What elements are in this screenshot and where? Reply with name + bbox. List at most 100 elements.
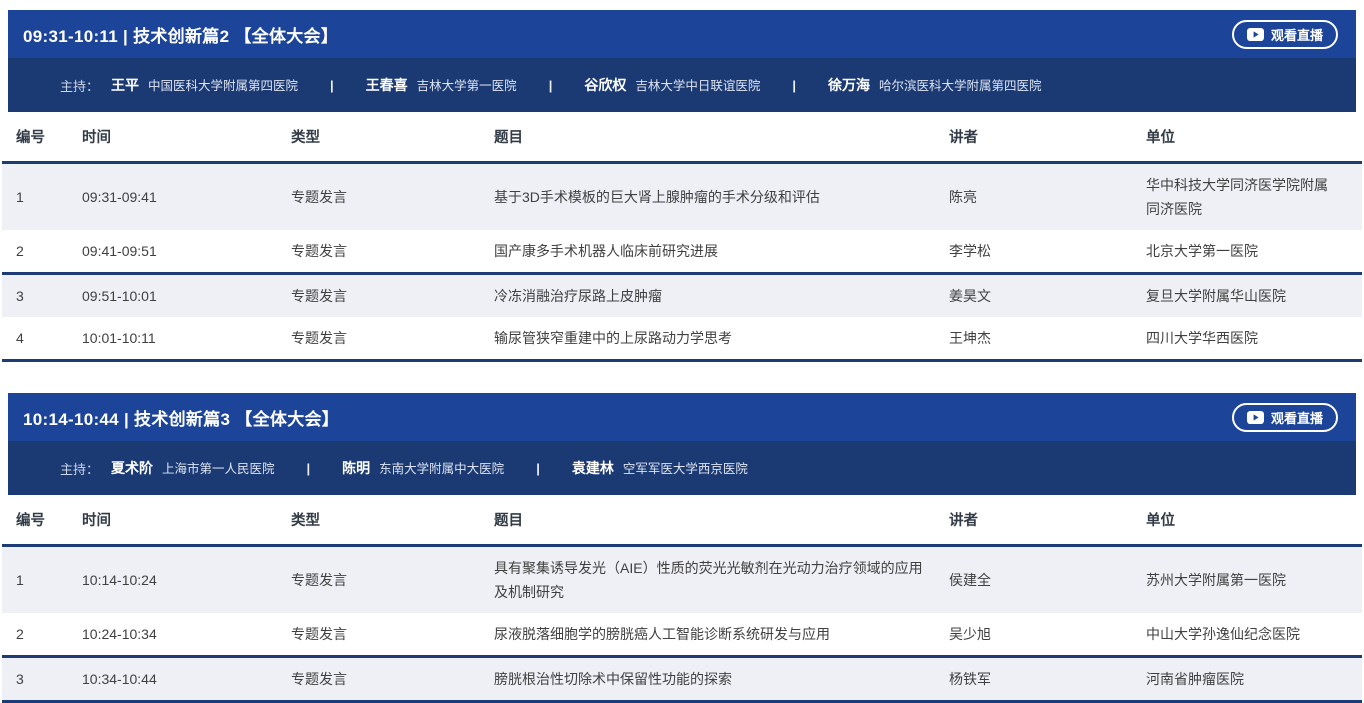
col-header-topic: 题目 bbox=[494, 112, 949, 163]
host-separator-bar: | bbox=[549, 78, 553, 93]
table-row: 2 10:24-10:34 专题发言 尿液脱落细胞学的膀胱癌人工智能诊断系统研发… bbox=[2, 613, 1362, 657]
cell-number: 3 bbox=[2, 274, 82, 318]
table-row: 2 09:41-09:51 专题发言 国产康多手术机器人临床前研究进展 李学松 … bbox=[2, 230, 1362, 274]
cell-type: 专题发言 bbox=[291, 163, 494, 231]
table-header-row: 编号 时间 类型 题目 讲者 单位 bbox=[2, 495, 1362, 546]
hosts-bar: 主持： 夏术阶上海市第一人民医院 | 陈明东南大学附属中大医院 | 袁建林空军军… bbox=[8, 441, 1356, 495]
cell-type: 专题发言 bbox=[291, 274, 494, 318]
watch-live-label: 观看直播 bbox=[1271, 408, 1323, 427]
cell-topic: 基于3D手术模板的巨大肾上腺肿瘤的手术分级和评估 bbox=[494, 163, 949, 231]
col-header-type: 类型 bbox=[291, 495, 494, 546]
col-header-type: 类型 bbox=[291, 112, 494, 163]
cell-speaker: 吴少旭 bbox=[949, 613, 1146, 657]
host-item: 袁建林空军军医大学西京医院 bbox=[572, 458, 748, 478]
col-header-unit: 单位 bbox=[1146, 495, 1362, 546]
cell-number: 4 bbox=[2, 317, 82, 361]
cell-speaker: 姜昊文 bbox=[949, 274, 1146, 318]
watch-live-button[interactable]: 观看直播 bbox=[1232, 20, 1338, 49]
session-header-bar: 09:31-10:11 | 技术创新篇2 【全体大会】 观看直播 bbox=[8, 10, 1356, 58]
table-header: 编号 时间 类型 题目 讲者 单位 bbox=[2, 112, 1362, 163]
video-play-icon bbox=[1247, 28, 1264, 41]
cell-number: 1 bbox=[2, 546, 82, 614]
cell-type: 专题发言 bbox=[291, 546, 494, 614]
host-separator-bar: | bbox=[307, 461, 311, 476]
host-affiliation: 吉林大学第一医院 bbox=[417, 79, 517, 93]
host-name: 徐万海 bbox=[828, 77, 870, 93]
cell-number: 3 bbox=[2, 657, 82, 702]
cell-topic: 尿液脱落细胞学的膀胱癌人工智能诊断系统研发与应用 bbox=[494, 613, 949, 657]
host-item: 夏术阶上海市第一人民医院 bbox=[111, 458, 275, 478]
cell-type: 专题发言 bbox=[291, 317, 494, 361]
cell-speaker: 李学松 bbox=[949, 230, 1146, 274]
cell-time: 09:31-09:41 bbox=[82, 163, 291, 231]
table-body: 1 10:14-10:24 专题发言 具有聚集诱导发光（AIE）性质的荧光光敏剂… bbox=[2, 546, 1362, 702]
video-play-icon bbox=[1247, 411, 1264, 424]
col-header-time: 时间 bbox=[82, 112, 291, 163]
col-header-time: 时间 bbox=[82, 495, 291, 546]
host-affiliation: 吉林大学中日联谊医院 bbox=[635, 79, 760, 93]
table-row: 1 09:31-09:41 专题发言 基于3D手术模板的巨大肾上腺肿瘤的手术分级… bbox=[2, 163, 1362, 231]
host-separator-bar: | bbox=[792, 78, 796, 93]
cell-unit: 中山大学孙逸仙纪念医院 bbox=[1146, 613, 1362, 657]
cell-number: 2 bbox=[2, 613, 82, 657]
host-name: 王平 bbox=[111, 77, 139, 93]
cell-unit: 复旦大学附属华山医院 bbox=[1146, 274, 1362, 318]
session-card: 10:14-10:44 | 技术创新篇3 【全体大会】 观看直播 主持： 夏术阶… bbox=[2, 393, 1362, 703]
cell-unit: 苏州大学附属第一医院 bbox=[1146, 546, 1362, 614]
table-header: 编号 时间 类型 题目 讲者 单位 bbox=[2, 495, 1362, 546]
host-name: 夏术阶 bbox=[111, 460, 153, 476]
watch-live-button[interactable]: 观看直播 bbox=[1232, 403, 1338, 432]
cell-time: 10:01-10:11 bbox=[82, 317, 291, 361]
session-title: 09:31-10:11 | 技术创新篇2 【全体大会】 bbox=[23, 22, 338, 47]
cell-topic: 冷冻消融治疗尿路上皮肿瘤 bbox=[494, 274, 949, 318]
cell-time: 09:51-10:01 bbox=[82, 274, 291, 318]
cell-unit: 华中科技大学同济医学院附属同济医院 bbox=[1146, 163, 1362, 231]
session-card: 09:31-10:11 | 技术创新篇2 【全体大会】 观看直播 主持： 王平中… bbox=[2, 10, 1362, 362]
host-name: 袁建林 bbox=[572, 460, 614, 476]
table-row: 3 09:51-10:01 专题发言 冷冻消融治疗尿路上皮肿瘤 姜昊文 复旦大学… bbox=[2, 274, 1362, 318]
cell-time: 10:34-10:44 bbox=[82, 657, 291, 702]
col-header-speaker: 讲者 bbox=[949, 495, 1146, 546]
cell-number: 2 bbox=[2, 230, 82, 274]
conference-schedule-page: 09:31-10:11 | 技术创新篇2 【全体大会】 观看直播 主持： 王平中… bbox=[0, 0, 1364, 703]
host-name: 王春喜 bbox=[366, 77, 408, 93]
cell-topic: 输尿管狭窄重建中的上尿路动力学思考 bbox=[494, 317, 949, 361]
schedule-table: 编号 时间 类型 题目 讲者 单位 1 09:31-09:41 专题发言 基于3… bbox=[2, 112, 1362, 362]
table-row: 3 10:34-10:44 专题发言 膀胱根治性切除术中保留性功能的探索 杨铁军… bbox=[2, 657, 1362, 702]
cell-time: 09:41-09:51 bbox=[82, 230, 291, 274]
table-header-row: 编号 时间 类型 题目 讲者 单位 bbox=[2, 112, 1362, 163]
cell-topic: 膀胱根治性切除术中保留性功能的探索 bbox=[494, 657, 949, 702]
col-header-number: 编号 bbox=[2, 112, 82, 163]
cell-unit: 河南省肿瘤医院 bbox=[1146, 657, 1362, 702]
cell-type: 专题发言 bbox=[291, 657, 494, 702]
host-affiliation: 哈尔滨医科大学附属第四医院 bbox=[879, 79, 1042, 93]
table-row: 4 10:01-10:11 专题发言 输尿管狭窄重建中的上尿路动力学思考 王坤杰… bbox=[2, 317, 1362, 361]
watch-live-label: 观看直播 bbox=[1271, 25, 1323, 44]
cell-topic: 具有聚集诱导发光（AIE）性质的荧光光敏剂在光动力治疗领域的应用及机制研究 bbox=[494, 546, 949, 614]
host-affiliation: 东南大学附属中大医院 bbox=[379, 462, 504, 476]
host-item: 王春喜吉林大学第一医院 bbox=[366, 75, 517, 95]
cell-time: 10:24-10:34 bbox=[82, 613, 291, 657]
session-title: 10:14-10:44 | 技术创新篇3 【全体大会】 bbox=[23, 405, 339, 430]
cell-type: 专题发言 bbox=[291, 613, 494, 657]
host-item: 谷欣权吉林大学中日联谊医院 bbox=[584, 75, 760, 95]
hosts-label: 主持： bbox=[60, 76, 99, 95]
col-header-topic: 题目 bbox=[494, 495, 949, 546]
cell-speaker: 杨铁军 bbox=[949, 657, 1146, 702]
col-header-unit: 单位 bbox=[1146, 112, 1362, 163]
host-affiliation: 空军军医大学西京医院 bbox=[623, 462, 748, 476]
host-separator-bar: | bbox=[330, 78, 334, 93]
host-affiliation: 上海市第一人民医院 bbox=[162, 462, 275, 476]
cell-speaker: 侯建全 bbox=[949, 546, 1146, 614]
cell-unit: 北京大学第一医院 bbox=[1146, 230, 1362, 274]
schedule-table: 编号 时间 类型 题目 讲者 单位 1 10:14-10:24 专题发言 具有聚… bbox=[2, 495, 1362, 703]
col-header-speaker: 讲者 bbox=[949, 112, 1146, 163]
host-item: 陈明东南大学附属中大医院 bbox=[342, 458, 504, 478]
hosts-bar: 主持： 王平中国医科大学附属第四医院 | 王春喜吉林大学第一医院 | 谷欣权吉林… bbox=[8, 58, 1356, 112]
host-item: 王平中国医科大学附属第四医院 bbox=[111, 75, 298, 95]
cell-unit: 四川大学华西医院 bbox=[1146, 317, 1362, 361]
cell-number: 1 bbox=[2, 163, 82, 231]
host-affiliation: 中国医科大学附属第四医院 bbox=[148, 79, 298, 93]
cell-speaker: 陈亮 bbox=[949, 163, 1146, 231]
cell-type: 专题发言 bbox=[291, 230, 494, 274]
